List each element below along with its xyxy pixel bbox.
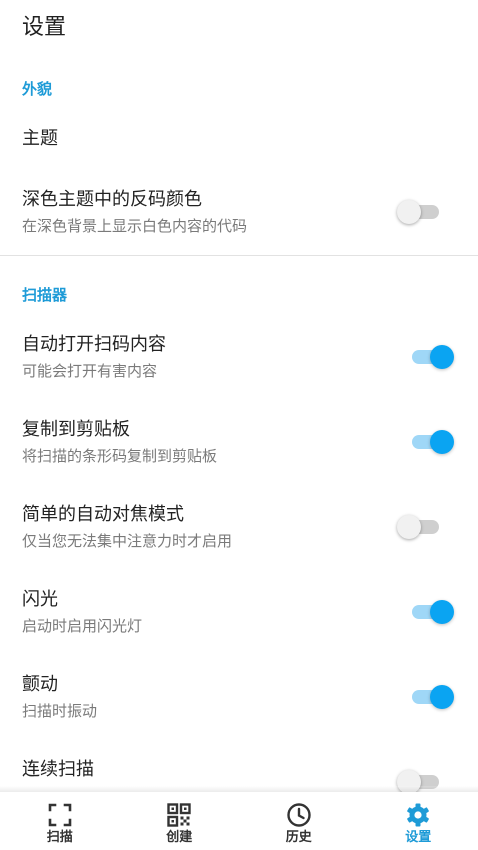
nav-label-create: 创建 [166, 830, 193, 845]
gear-icon [407, 803, 430, 827]
page-title: 设置 [22, 15, 67, 40]
copy-clipboard-switch[interactable] [408, 427, 454, 457]
qr-code-icon [167, 803, 191, 827]
nav-item-scan[interactable]: 扫描 [0, 792, 120, 850]
nav-label-scan: 扫描 [46, 830, 73, 845]
setting-copy-clipboard[interactable]: 复制到剪贴板 将扫描的条形码复制到剪贴板 [0, 410, 478, 480]
setting-simple-autofocus[interactable]: 简单的自动对焦模式 仅当您无法集中注意力时才启用 [0, 495, 478, 565]
nav-item-settings[interactable]: 设置 [359, 792, 478, 850]
inverted-colors-switch[interactable] [397, 197, 443, 227]
setting-flash-subtitle: 启动时启用闪光灯 [22, 617, 143, 635]
setting-flash-title: 闪光 [22, 589, 58, 610]
setting-auto-open-title: 自动打开扫码内容 [22, 334, 166, 355]
simple-autofocus-switch[interactable] [397, 512, 443, 542]
switch-thumb [430, 600, 454, 624]
nav-item-create[interactable]: 创建 [120, 792, 240, 850]
nav-label-history: 历史 [285, 830, 312, 845]
setting-vibrate-title: 颤动 [22, 674, 58, 695]
switch-thumb [430, 345, 454, 369]
switch-thumb [430, 685, 454, 709]
setting-copy-clipboard-title: 复制到剪贴板 [22, 419, 130, 440]
nav-item-history[interactable]: 历史 [239, 792, 359, 850]
section-header-scanner: 扫描器 [22, 286, 68, 304]
setting-theme[interactable]: 主题 [0, 115, 478, 165]
setting-continuous-scan[interactable]: 连续扫描 [0, 750, 478, 794]
setting-auto-open-subtitle: 可能会打开有害内容 [22, 362, 158, 380]
setting-vibrate-subtitle: 扫描时振动 [22, 702, 98, 720]
setting-inverted-colors[interactable]: 深色主题中的反码颜色 在深色背景上显示白色内容的代码 [0, 180, 478, 250]
auto-open-switch[interactable] [408, 342, 454, 372]
clock-icon [287, 803, 311, 827]
setting-copy-clipboard-subtitle: 将扫描的条形码复制到剪贴板 [22, 447, 218, 465]
setting-simple-autofocus-title: 简单的自动对焦模式 [22, 504, 184, 525]
setting-inverted-colors-title: 深色主题中的反码颜色 [22, 189, 202, 210]
vibrate-switch[interactable] [408, 682, 454, 712]
section-divider [0, 255, 478, 256]
setting-flash[interactable]: 闪光 启动时启用闪光灯 [0, 580, 478, 650]
flash-switch[interactable] [408, 597, 454, 627]
switch-thumb [430, 430, 454, 454]
bottom-nav: 扫描 创建 历史 设置 [0, 792, 478, 850]
setting-continuous-scan-title: 连续扫描 [22, 759, 94, 780]
setting-theme-title: 主题 [22, 128, 58, 149]
setting-simple-autofocus-subtitle: 仅当您无法集中注意力时才启用 [22, 532, 233, 550]
setting-inverted-colors-subtitle: 在深色背景上显示白色内容的代码 [22, 217, 248, 235]
switch-thumb [397, 200, 421, 224]
setting-auto-open[interactable]: 自动打开扫码内容 可能会打开有害内容 [0, 325, 478, 395]
switch-thumb [397, 515, 421, 539]
section-header-appearance: 外貌 [22, 80, 53, 98]
scan-icon [48, 803, 72, 827]
nav-label-settings: 设置 [405, 830, 432, 845]
setting-vibrate[interactable]: 颤动 扫描时振动 [0, 665, 478, 735]
